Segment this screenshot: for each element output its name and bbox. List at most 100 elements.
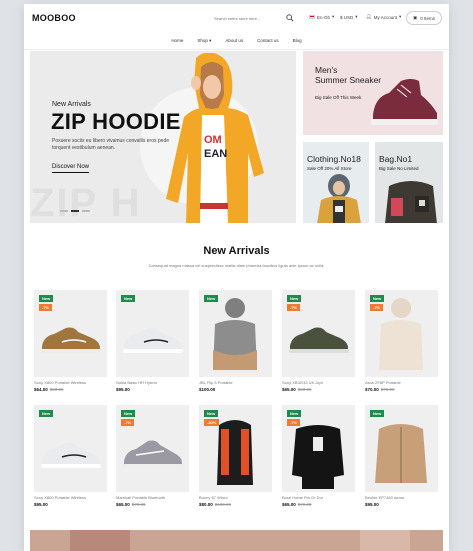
language-select[interactable]: En-Gb ▾ [309,14,334,20]
page: MOOBOO En-Gb ▾ $ USD ▾ 👤︎ My Account ▾ ▣… [24,4,449,551]
chevron-down-icon: ▾ [398,14,402,19]
bag-icon: ▣ [412,15,418,20]
nav-home[interactable]: Home [171,38,183,48]
sneaker-banner[interactable]: Men's Summer Sneaker Big Sale Off This W… [303,51,443,135]
banner-subtitle: Big Sale No Limited [379,166,419,171]
new-badge: New [121,410,136,417]
product-image[interactable]: New -20% [199,405,272,492]
product-name[interactable]: Bose Home Pro Dr Dur [282,495,355,500]
product-name[interactable]: Sony X800 Portable Wireless [34,380,107,385]
flag-icon [309,15,315,19]
bag-banner[interactable]: Bag.No1 Big Sale No Limited [375,142,443,223]
product-card[interactable]: New Nokia Basic HR Hybrid $95.00 [116,290,189,392]
product-name[interactable]: JBL Flip 5 Portable [199,380,272,385]
clothing-banner[interactable]: Clothing.No18 Sale Off 20% All Store [303,142,369,223]
svg-text:OM: OM [204,134,222,146]
product-card[interactable]: New Sony X800 Portable Wireless $95.00 [34,405,107,507]
nav-shop[interactable]: Shop ▾ [197,38,211,48]
chevron-down-icon: ▾ [355,14,358,19]
product-card[interactable]: New Beoble EP7460 Aeros $95.00 [365,405,438,507]
product-card[interactable]: New -7% Marshall Portable Bluetooth $65.00 $… [116,405,189,507]
product-name[interactable]: Asus ZF8P Portable [365,380,438,385]
jacket-model-icon [317,174,361,223]
white-sneaker-icon [41,442,101,468]
product-prices: $65.00 $88.00 [282,387,355,392]
user-icon: 👤︎ [366,14,372,19]
product-prices: $80.00 $100.00 [199,502,272,507]
product-card[interactable]: New -7% Sony XB32/33 Ult Joyli $65.00 $88.00 [282,290,355,392]
nav-blog[interactable]: Blog [293,38,302,48]
product-name[interactable]: Sony XB32/33 Ult Joyli [282,380,355,385]
nav-about[interactable]: About us [225,38,243,48]
slider-dot[interactable] [71,210,79,212]
account-menu[interactable]: 👤︎ My Account ▾ [366,14,401,20]
product-name[interactable]: Sony X800 Portable Wireless [34,495,107,500]
product-prices: $65.00 $70.00 [282,502,355,507]
sale-badge: -7% [287,419,301,426]
new-badge: New [121,295,136,302]
product-old-price: $75.00 [380,387,395,392]
product-image[interactable]: New [199,290,272,377]
logo[interactable]: MOOBOO [32,13,76,23]
slider-dot[interactable] [60,210,68,212]
product-name[interactable]: Nokia Basic HR Hybrid [116,380,189,385]
product-price: $100.00 [199,387,216,392]
new-badge: New [370,410,385,417]
chevron-down-icon: ▾ [209,38,212,43]
language-label: En-Gb [317,14,331,20]
banner-title: Clothing.No18 [307,154,361,164]
product-name[interactable]: Beoble EP7460 Aeros [365,495,438,500]
banner-subtitle: Sale Off 20% All Store [307,166,352,171]
product-name[interactable]: Bunny 67 Wired [199,495,272,500]
product-price: $65.00 [282,502,296,507]
product-prices: $95.00 [116,387,189,392]
product-image[interactable]: New [365,405,438,492]
product-prices: $95.00 [365,502,438,507]
nav-contact[interactable]: Contact us [257,38,279,48]
currency-select[interactable]: $ USD ▾ [340,14,358,20]
svg-text:EAN: EAN [204,148,227,160]
product-card[interactable]: New -7% Bose Home Pro Dr Dur $65.00 $70.00 [282,405,355,507]
search-input[interactable] [214,13,296,24]
white-sneaker-icon [123,327,183,353]
section-subtitle: Consequat magna massa vel suspendisse ma… [148,263,325,268]
slider-dot[interactable] [82,210,90,212]
bottom-banner [30,530,443,551]
product-price: $95.00 [34,502,48,507]
hero-banner[interactable]: ZIP H OM EAN New Arrivals ZIP HOODIE Pos… [30,51,296,223]
banner-title: Bag.No1 [379,154,413,164]
product-card[interactable]: New JBL Flip 5 Portable $100.00 [199,290,272,392]
product-card[interactable]: New -20% Bunny 67 Wired $80.00 $100.00 [199,405,272,507]
chevron-down-icon: ▾ [332,14,335,19]
wishlist-button[interactable]: ▣ 0 Items [406,11,442,25]
product-image[interactable]: New [34,405,107,492]
new-badge: New [39,295,54,302]
currency-label: $ USD [340,14,354,20]
product-price: $95.00 [365,502,379,507]
new-badge: New [370,295,385,302]
discover-now-button[interactable]: Discover Now [52,164,90,173]
new-badge: New [204,410,219,417]
product-card[interactable]: New -7% Sony X800 Portable Wireless $64.00 $… [34,290,107,392]
sale-badge: -7% [370,304,384,311]
product-image[interactable]: New [116,290,189,377]
sale-badge: -7% [121,419,135,426]
search-icon[interactable] [286,14,294,22]
product-price: $70.00 [365,387,379,392]
product-card[interactable]: New -7% Asus ZF8P Portable $70.00 $75.00 [365,290,438,392]
main-nav: Home Shop ▾ About us Contact us Blog [24,38,449,48]
slider-dots [60,210,90,212]
product-image[interactable]: New -7% [34,290,107,377]
tan-jacket-icon [375,424,427,483]
product-name[interactable]: Marshall Portable Bluetooth [116,495,189,500]
product-old-price: $100.00 [214,502,232,507]
product-image[interactable]: New -7% [116,405,189,492]
sale-badge: -7% [287,304,301,311]
hero-ghost-text: ZIP H [30,181,142,223]
product-image[interactable]: New -7% [282,405,355,492]
hero-subtitle: New Arrivals [52,101,91,108]
product-image[interactable]: New -7% [365,290,438,377]
section-title: New Arrivals [203,245,270,257]
banner-subtitle: Big Sale Off This Week [315,95,362,100]
product-image[interactable]: New -7% [282,290,355,377]
